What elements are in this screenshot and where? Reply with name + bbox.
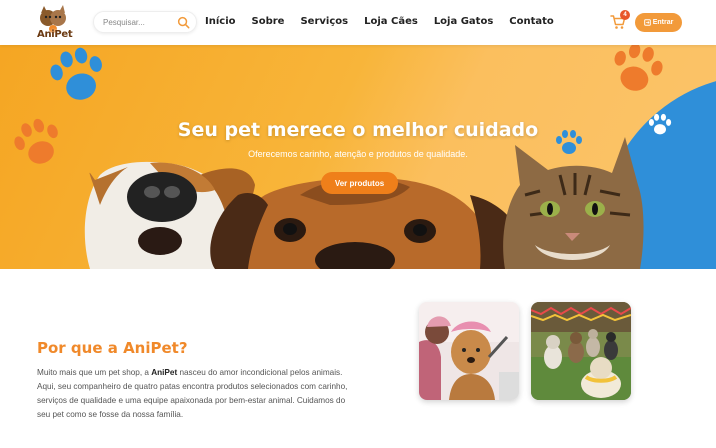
login-label: Entrar bbox=[652, 19, 674, 26]
why-section-text: Muito mais que um pet shop, a AniPet nas… bbox=[37, 366, 357, 422]
hero-banner: Seu pet merece o melhor cuidado Oferecem… bbox=[0, 45, 716, 269]
search-icon[interactable] bbox=[177, 16, 190, 29]
cart-count-badge: 4 bbox=[620, 10, 630, 20]
grooming-dog-image bbox=[419, 302, 519, 400]
dogs-park-photo bbox=[531, 302, 631, 400]
nav-item-servicos[interactable]: Serviços bbox=[300, 16, 348, 27]
nav-item-contato[interactable]: Contato bbox=[509, 16, 554, 27]
search-box bbox=[93, 11, 197, 33]
paw-print-icon bbox=[50, 47, 102, 100]
main-nav: Início Sobre Serviços Loja Cães Loja Gat… bbox=[205, 16, 570, 27]
logo-text: AniPet bbox=[37, 29, 73, 40]
site-header: AniPet Início Sobre Serviços Loja Cães L… bbox=[0, 0, 716, 45]
hero-subtitle: Oferecemos carinho, atenção e produtos d… bbox=[248, 149, 468, 159]
nav-item-sobre[interactable]: Sobre bbox=[252, 16, 285, 27]
login-icon bbox=[643, 19, 651, 26]
search-input[interactable] bbox=[103, 15, 177, 30]
why-text-brand: AniPet bbox=[151, 368, 178, 377]
brand-logo[interactable]: AniPet bbox=[37, 5, 73, 40]
why-text-before: Muito mais que um pet shop, a bbox=[37, 368, 152, 377]
nav-item-loja-gatos[interactable]: Loja Gatos bbox=[434, 16, 493, 27]
dogs-group-image bbox=[531, 302, 631, 400]
paw-print-icon bbox=[614, 45, 663, 91]
why-section-title: Por que a AniPet? bbox=[37, 339, 188, 357]
view-products-button[interactable]: Ver produtos bbox=[321, 172, 398, 194]
nav-item-loja-caes[interactable]: Loja Cães bbox=[364, 16, 418, 27]
hero-title: Seu pet merece o melhor cuidado bbox=[177, 119, 539, 141]
grooming-photo bbox=[419, 302, 519, 400]
nav-item-inicio[interactable]: Início bbox=[205, 16, 236, 27]
login-button[interactable]: Entrar bbox=[635, 13, 682, 32]
